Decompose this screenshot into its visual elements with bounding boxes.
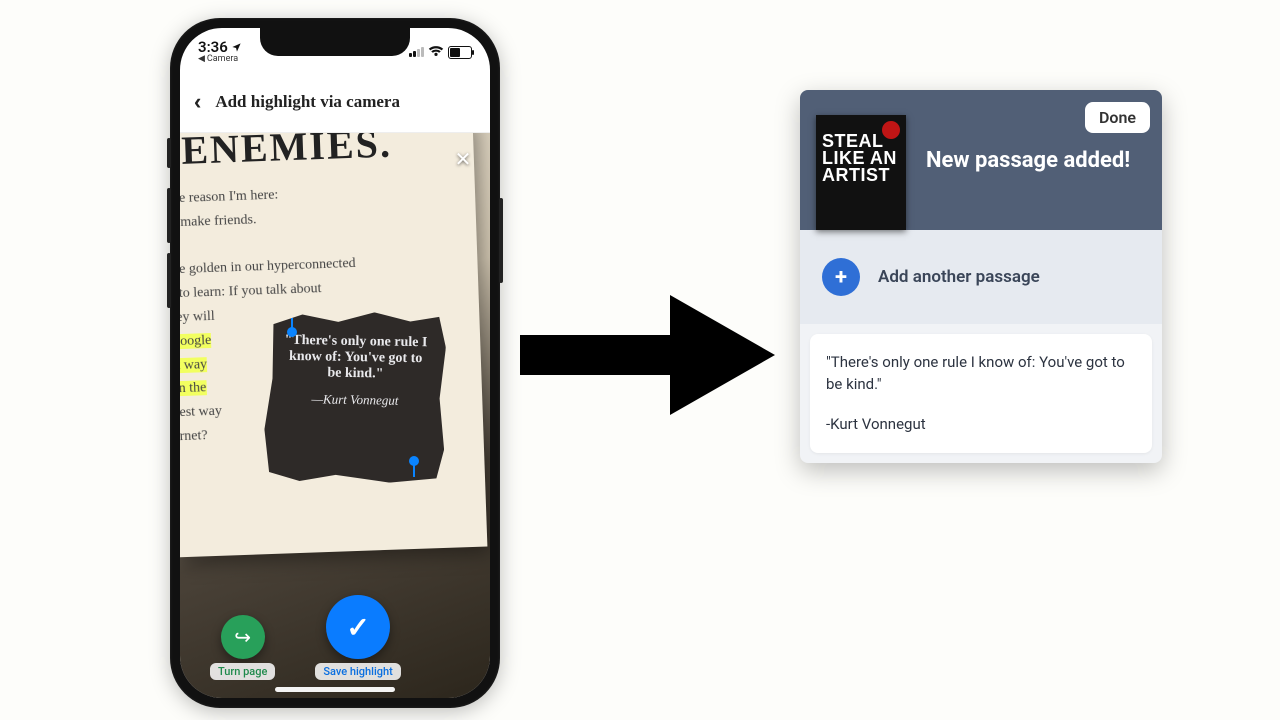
passage-quote: "There's only one rule I know of: You've… [826,352,1136,396]
selected-quote-text: "There's only one rule I know of: You've… [281,333,430,384]
book-cover-thumbnail: STEALLIKE ANARTIST [816,115,906,230]
selected-quote-overlay[interactable]: "There's only one rule I know of: You've… [264,310,447,483]
passage-added-card: Done STEALLIKE ANARTIST New passage adde… [800,90,1162,463]
turn-page-icon: ↪ [234,625,251,649]
home-indicator[interactable] [275,687,395,692]
status-time: 3:36 [198,40,242,55]
location-arrow-icon [231,42,242,53]
phone-screen: 3:36 ◀ Camera ‹ Add highlight via camera [180,28,490,698]
turn-page-label: Turn page [210,663,275,680]
flow-arrow-icon [520,290,780,420]
back-button[interactable]: ‹ [194,89,201,115]
app-header: ‹ Add highlight via camera [180,72,490,133]
add-another-passage-button[interactable]: + Add another passage [800,230,1162,324]
wifi-icon [428,46,444,58]
saved-passage-card[interactable]: "There's only one rule I know of: You've… [810,334,1152,453]
phone-frame: 3:36 ◀ Camera ‹ Add highlight via camera [170,18,500,708]
status-breadcrumb[interactable]: ◀ Camera [198,55,242,64]
turn-page-button[interactable]: ↪ Turn page [210,615,275,680]
selected-quote-attribution: —Kurt Vonnegut [281,391,429,410]
add-another-label: Add another passage [878,267,1040,287]
signal-icon [409,47,424,57]
battery-icon [448,46,472,59]
selection-handle-end[interactable] [410,457,418,465]
screen-title: Add highlight via camera [215,92,400,112]
save-highlight-label: Save highlight [315,663,400,680]
card-headline: New passage added! [926,147,1130,175]
save-highlight-button[interactable]: ✓ Save highlight [315,595,400,680]
plus-icon: + [822,258,860,296]
passage-attribution: -Kurt Vonnegut [826,414,1136,436]
close-button[interactable]: ✕ [450,146,476,172]
card-header: Done STEALLIKE ANARTIST New passage adde… [800,90,1162,230]
page-heading: ENEMIES. [181,132,393,174]
camera-viewport: ENEMIES. one reason I'm here:to make fri… [180,132,490,698]
camera-controls: ↪ Turn page ✓ Save highlight [180,595,490,680]
phone-notch [260,28,410,56]
check-icon: ✓ [346,611,369,644]
close-icon: ✕ [455,147,472,171]
selection-handle-start[interactable] [288,328,296,336]
